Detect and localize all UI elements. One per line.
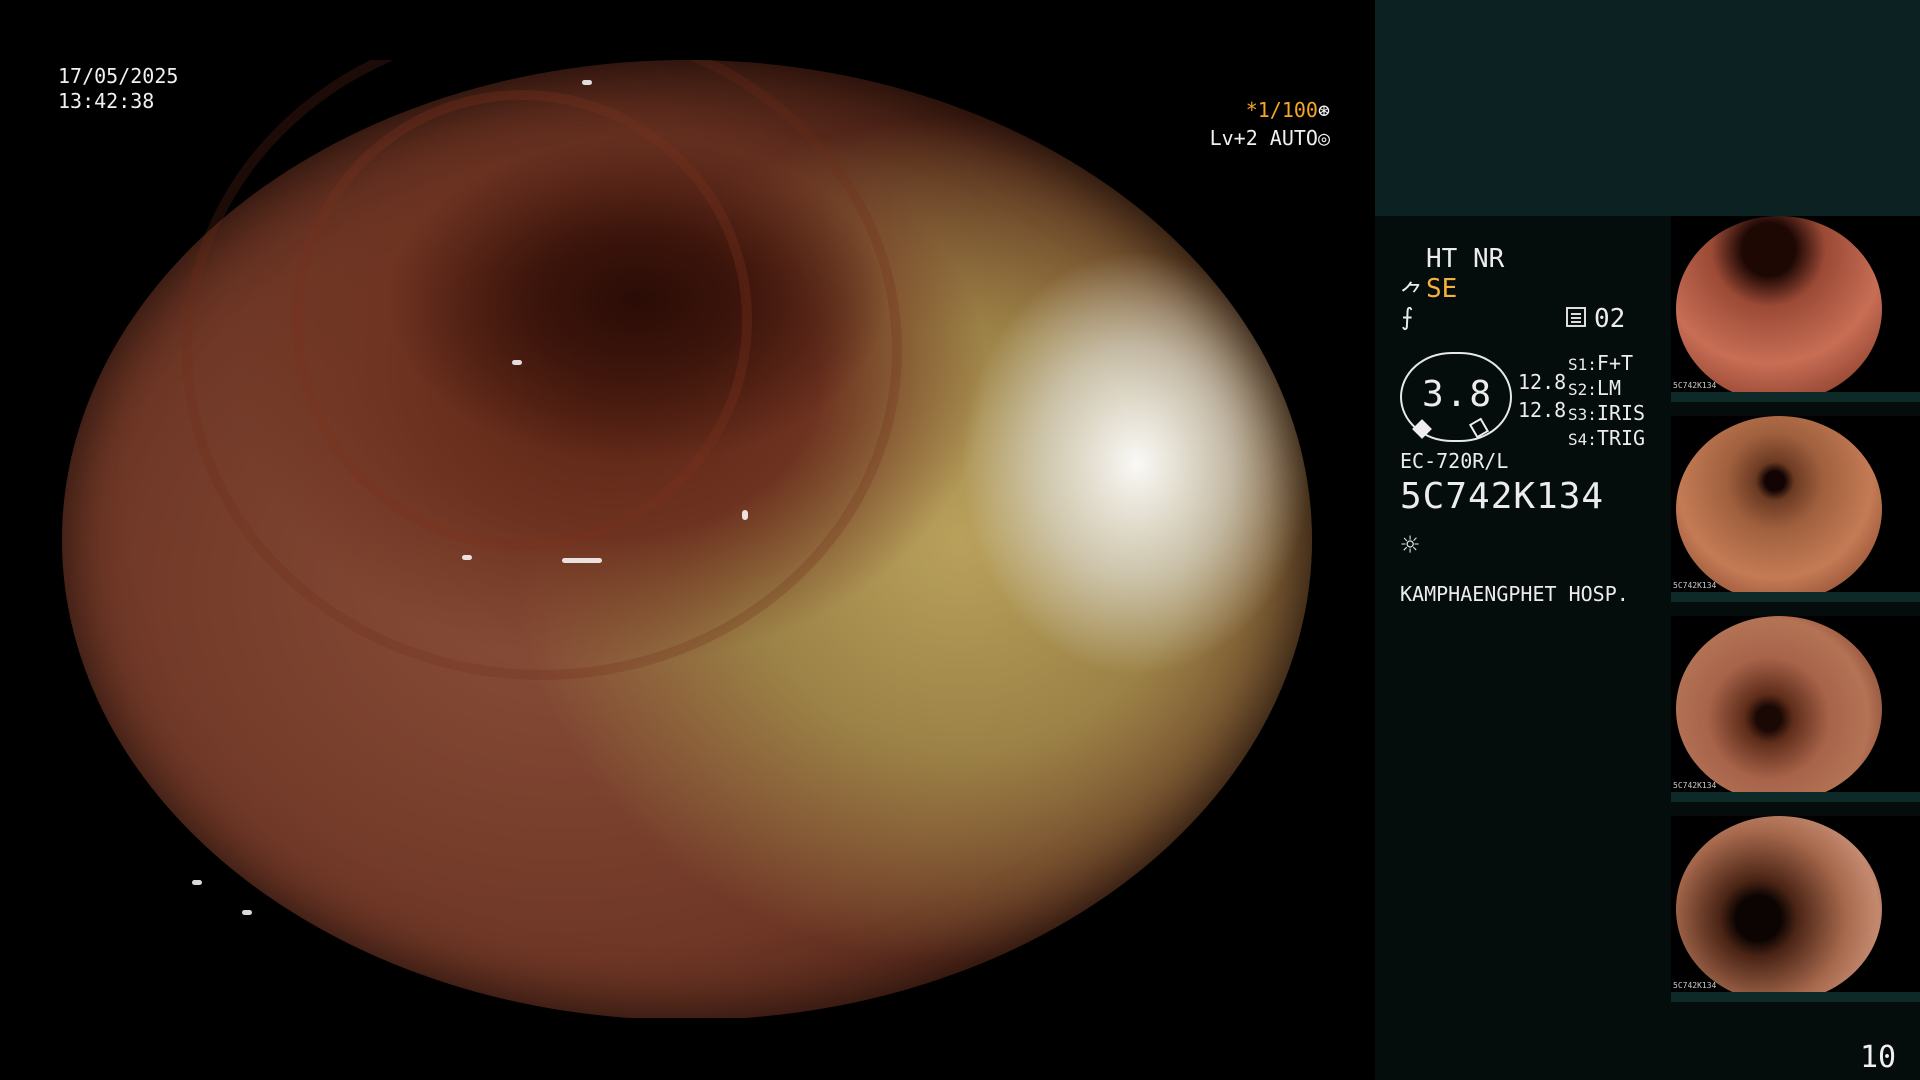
thumbnail-bar bbox=[1671, 992, 1920, 1002]
scope-serial: 5C742K134 bbox=[1400, 476, 1605, 517]
knife-icon: ⨍ bbox=[1401, 303, 1414, 331]
capture-thumbnail[interactable]: 5C742K134 bbox=[1671, 816, 1920, 1002]
capture-thumbnail[interactable]: 5C742K134 bbox=[1671, 216, 1920, 402]
light-reflection bbox=[742, 510, 748, 520]
endoscope-viewport: 17/05/2025 13:42:38 *1/100⊛ Lv+2 AUTO◎ bbox=[0, 0, 1375, 1080]
hospital-name: KAMPHAENGPHET HOSP. bbox=[1400, 582, 1629, 606]
auto-icon: ◎ bbox=[1317, 126, 1330, 150]
thumbnail-caption: 5C742K134 bbox=[1673, 381, 1717, 390]
memo-icon bbox=[1566, 307, 1586, 327]
thumbnail-bar bbox=[1671, 792, 1920, 802]
thumbnail-image bbox=[1676, 216, 1882, 402]
dial-value: 3.8 bbox=[1422, 374, 1494, 415]
sun-icon: ☼ bbox=[1401, 528, 1420, 563]
switch-s4: S4:TRIG bbox=[1568, 426, 1646, 450]
side-value-1: 12.8 bbox=[1518, 370, 1567, 394]
time-text: 13:42:38 bbox=[58, 89, 155, 113]
side-value-2: 12.8 bbox=[1518, 398, 1567, 422]
se-label: SE bbox=[1426, 274, 1458, 304]
page-number: 10 bbox=[1860, 1040, 1897, 1075]
mode-text: HT NR bbox=[1426, 244, 1505, 274]
datetime-overlay: 17/05/2025 13:42:38 bbox=[58, 64, 178, 114]
date-text: 17/05/2025 bbox=[58, 64, 179, 88]
thumbnail-bar bbox=[1671, 392, 1920, 402]
thumbnail-caption: 5C742K134 bbox=[1673, 981, 1717, 990]
panel-header-block bbox=[1375, 0, 1920, 216]
switch-s2: S2:LM bbox=[1568, 376, 1621, 400]
light-reflection bbox=[582, 80, 592, 85]
thumbnail-caption: 5C742K134 bbox=[1673, 781, 1717, 790]
thumbnail-image bbox=[1676, 416, 1882, 602]
thumbnail-image bbox=[1676, 616, 1882, 802]
scope-model: EC-720R/L bbox=[1400, 449, 1509, 473]
switch-s1: S1:F+T bbox=[1568, 351, 1634, 375]
capture-thumbnail[interactable]: 5C742K134 bbox=[1671, 416, 1920, 602]
light-reflection bbox=[192, 880, 202, 885]
light-reflection bbox=[242, 910, 252, 915]
level-readout: Lv+2 AUTO◎ bbox=[1190, 126, 1330, 150]
shutter-icon: ⊛ bbox=[1317, 98, 1330, 122]
level-text: Lv+2 AUTO bbox=[1209, 126, 1318, 150]
mucosal-fold bbox=[182, 20, 902, 680]
shutter-readout: *1/100⊛ bbox=[1200, 98, 1330, 122]
light-reflection bbox=[562, 558, 602, 563]
thumbnail-caption: 5C742K134 bbox=[1673, 581, 1717, 590]
memo-count: 02 bbox=[1594, 304, 1626, 334]
thumbnail-image bbox=[1676, 816, 1882, 1002]
light-reflection bbox=[512, 360, 522, 365]
endoscope-image bbox=[62, 20, 1312, 1020]
capture-thumbnail[interactable]: 5C742K134 bbox=[1671, 616, 1920, 802]
light-reflection bbox=[462, 555, 472, 560]
thumbnail-bar bbox=[1671, 592, 1920, 602]
shutter-text: *1/100 bbox=[1245, 98, 1318, 122]
switch-s3: S3:IRIS bbox=[1568, 401, 1646, 425]
